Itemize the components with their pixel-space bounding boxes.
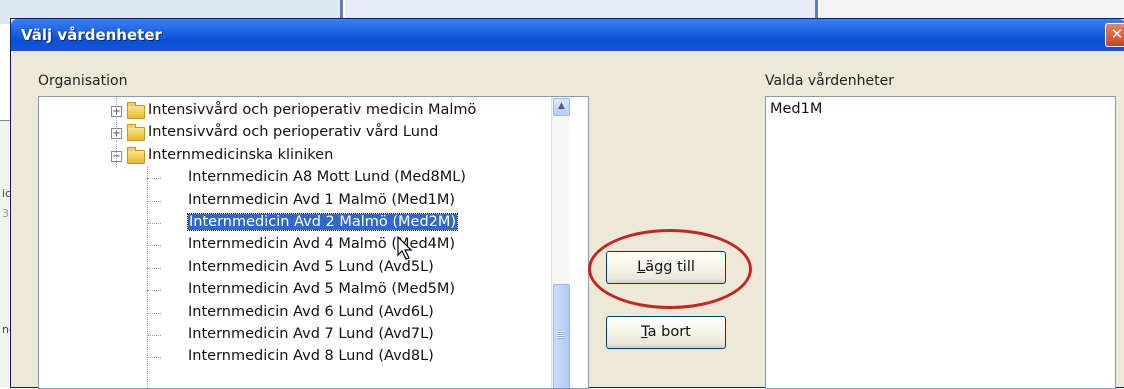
add-button[interactable]: Lägg till — [606, 251, 726, 284]
folder-icon — [127, 146, 145, 164]
tree-node-label: Internmedicin Avd 8 Lund (Avd8L) — [188, 348, 434, 365]
selected-units-label: Valda vårdenheter — [765, 73, 894, 89]
add-button-mnemonic: L — [637, 259, 646, 275]
tree-connector-line — [147, 290, 161, 292]
tree-leaf-node[interactable]: Internmedicin Avd 8 Lund (Avd8L) — [39, 347, 549, 369]
tree-leaf-node[interactable]: Internmedicin Avd 5 Malmö (Med5M) — [39, 280, 549, 302]
tree-node-label: Internmedicin Avd 5 Malmö (Med5M) — [188, 281, 456, 298]
tree-leaf-node[interactable]: Internmedicin Avd 7 Lund (Avd7L) — [39, 325, 549, 347]
tree-leaf-node[interactable]: Internmedicin Avd 1 Malmö (Med1M) — [39, 191, 549, 213]
tree-leaf-node[interactable]: Internmedicin Avd 5 Lund (Avd5L) — [39, 258, 549, 280]
tree-node-label: Intensivvård och perioperativ medicin Ma… — [148, 102, 477, 118]
scrollbar-thumb[interactable] — [553, 284, 570, 388]
tree-connector-line — [147, 335, 161, 336]
organisation-label: Organisation — [38, 73, 128, 89]
tree-connector-line — [147, 312, 161, 314]
tree-leaf-node[interactable]: Internmedicin Avd 4 Malmö (Med4M) — [39, 235, 549, 257]
tree-connector-line — [147, 178, 161, 180]
tree-connector-line — [147, 223, 161, 224]
grip-icon — [558, 331, 565, 339]
selected-unit-item[interactable]: Med1M — [770, 101, 822, 117]
tree-leaf-node[interactable]: Internmedicin Avd 6 Lund (Avd6L) — [39, 303, 549, 325]
dialog-title: Välj vårdenheter — [21, 26, 162, 44]
select-care-units-dialog: Välj vårdenheter ✕ Organisation Valda vå… — [10, 18, 1124, 389]
tree-node-label: Intensivvård och perioperativ vård Lund — [148, 124, 439, 141]
tree-connector-line — [147, 245, 161, 247]
tree-node-label: Internmedicin Avd 6 Lund (Avd6L) — [188, 303, 434, 320]
tree-node-label: Internmedicin Avd 4 Malmö (Med4M) — [188, 236, 456, 253]
folder-icon — [127, 102, 145, 119]
remove-button-label: a bort — [647, 324, 691, 340]
folder-icon — [127, 124, 145, 142]
tree-node-label: Internmedicin Avd 2 Malmö (Med2M) — [186, 213, 459, 231]
tree-connector-line — [147, 167, 148, 388]
tree-node-label: Internmedicin Avd 1 Malmö (Med1M) — [188, 191, 456, 208]
selected-units-list[interactable]: Med1M — [765, 96, 1116, 389]
mouse-pointer-icon — [397, 236, 413, 260]
remove-button[interactable]: Ta bort — [606, 316, 726, 349]
scroll-up-icon[interactable]: ▲ — [553, 98, 570, 116]
close-icon[interactable]: ✕ — [1105, 23, 1124, 47]
tree-node-label: Internmedicin Avd 7 Lund (Avd7L) — [188, 326, 434, 342]
tree-connector-line — [147, 357, 161, 359]
tree-connector-line — [147, 267, 161, 269]
tree-scrollbar[interactable]: ▲ — [551, 97, 570, 388]
tree-node-label: Internmedicin A8 Mott Lund (Med8ML) — [188, 169, 466, 186]
tree-connector-line — [116, 97, 117, 167]
tree-node-label: Internmedicin Avd 5 Lund (Avd5L) — [188, 258, 434, 275]
tree-node-label: Internmedicinska kliniken — [148, 146, 334, 163]
organisation-tree[interactable]: + Intensivvård och perioperativ medicin M… — [38, 96, 589, 389]
dialog-titlebar[interactable]: Välj vårdenheter ✕ — [11, 19, 1124, 51]
tree-connector-line — [147, 200, 161, 202]
tree-leaf-node[interactable]: Internmedicin Avd 2 Malmö (Med2M) — [39, 213, 549, 235]
tree-leaf-node[interactable]: Internmedicin A8 Mott Lund (Med8ML) — [39, 168, 549, 190]
add-button-label: ägg till — [645, 259, 695, 275]
